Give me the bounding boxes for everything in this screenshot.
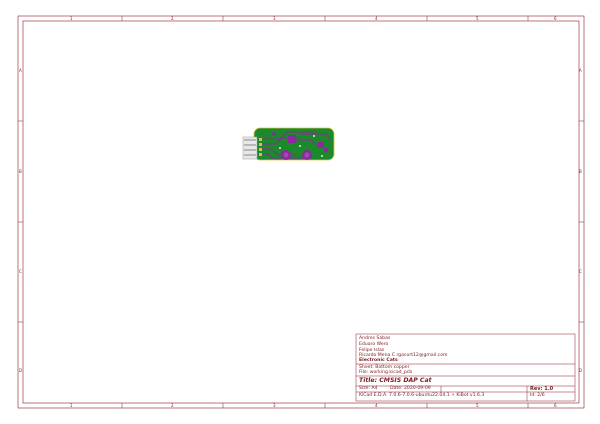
column-label-1-bottom: 1 bbox=[70, 403, 73, 408]
row-label-c: C bbox=[19, 269, 22, 274]
outer-border bbox=[17, 15, 585, 409]
column-label-4: 4 bbox=[375, 16, 378, 21]
column-label-3: 3 bbox=[273, 16, 276, 21]
row-label-d: D bbox=[19, 368, 23, 373]
row-label-d-right: D bbox=[579, 368, 583, 373]
column-label-5: 5 bbox=[476, 16, 479, 21]
company-name: Electronic Cats bbox=[359, 358, 398, 363]
sheet-id: Id: 2/6 bbox=[530, 393, 545, 398]
sheet-date: Date: 2020-09-09 bbox=[390, 386, 431, 391]
paper-size: Size: A4 bbox=[359, 386, 378, 391]
inner-border bbox=[22, 20, 580, 404]
author-2: Eduaro Wero bbox=[359, 342, 389, 347]
column-label-6: 6 bbox=[554, 16, 557, 21]
column-label-5-bottom: 5 bbox=[476, 403, 479, 408]
author-1: Andres Sabas bbox=[359, 336, 391, 341]
row-label-b-right: B bbox=[579, 169, 582, 174]
revision: Rev: 1.0 bbox=[530, 386, 554, 392]
column-label-1: 1 bbox=[70, 16, 73, 21]
tool-info: KiCad E.D.A. 7.0.6-7.0.6-ubuntu22.04.1 +… bbox=[359, 393, 485, 398]
row-label-c-right: C bbox=[579, 269, 582, 274]
column-ticks bbox=[121, 16, 529, 408]
frame-graphics bbox=[17, 15, 585, 409]
row-label-a-right: A bbox=[579, 68, 582, 73]
column-label-4-bottom: 4 bbox=[375, 403, 378, 408]
column-label-3-bottom: 3 bbox=[273, 403, 276, 408]
column-label-6-bottom: 6 bbox=[554, 403, 557, 408]
sheet-title: Title: CMSIS DAP Cat bbox=[359, 377, 432, 384]
row-label-a: A bbox=[19, 68, 22, 73]
file-label: File: working.kicad_pcb bbox=[359, 370, 413, 375]
drawing-sheet: 1 2 3 4 5 6 1 2 3 4 5 6 A B C D A B C D … bbox=[0, 0, 600, 424]
pcb-board bbox=[242, 127, 335, 161]
column-label-2-bottom: 2 bbox=[171, 403, 174, 408]
row-label-b: B bbox=[19, 169, 22, 174]
column-label-2: 2 bbox=[171, 16, 174, 21]
